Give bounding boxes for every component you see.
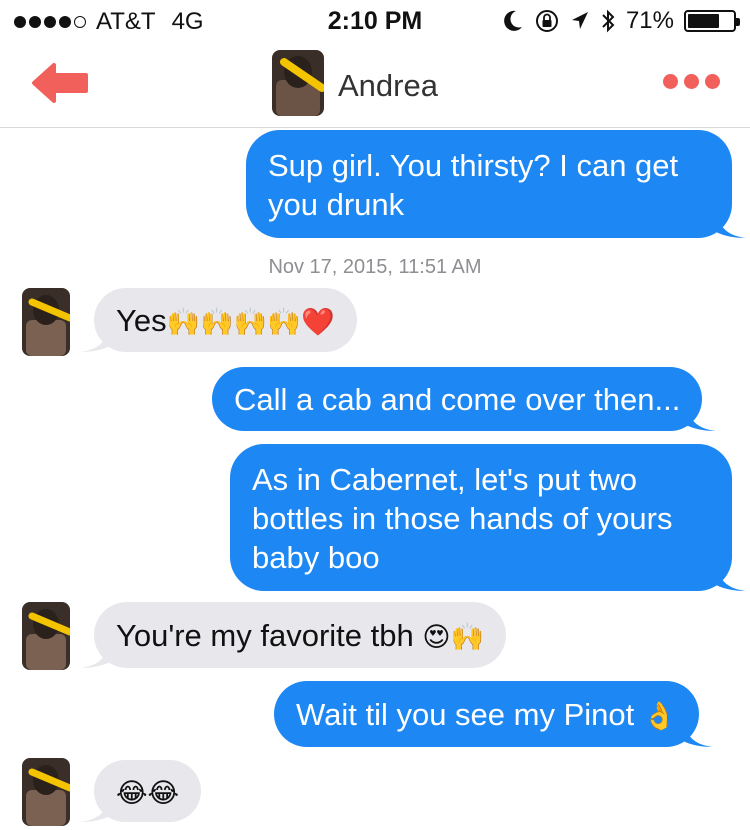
incoming-message[interactable]: Yes🙌🙌🙌🙌❤️ [80,288,357,352]
back-arrow-icon[interactable] [30,60,90,106]
conversation-header: Andrea [0,40,750,128]
incoming-message[interactable]: 😂😂 [80,760,202,822]
do-not-disturb-icon [504,10,522,31]
bubble-tail [716,565,746,591]
rotation-lock-icon [535,10,558,32]
message-text: Yes [116,303,167,338]
message-text: Call a cab and come over then... [234,382,681,417]
message-text: Sup girl. You thirsty? I can get you dru… [268,148,679,222]
timestamp-label: Nov 17, 2015, 11:51 AM [268,256,482,278]
location-arrow-icon [571,12,588,29]
message-text: You're my favorite tbh [116,618,414,653]
battery-icon [684,10,740,32]
message-text: Wait til you see my Pinot [296,697,635,732]
bubble-tail [716,212,746,238]
message-text: As in Cabernet, let's put two bottles in… [252,462,673,575]
bluetooth-icon [602,9,615,33]
contact-avatar[interactable] [22,602,70,670]
contact-avatar[interactable] [22,288,70,356]
message-emoji: 😂😂 [116,778,180,809]
bubble-tail [80,326,110,352]
outgoing-message[interactable]: Wait til you see my Pinot 👌 [274,681,713,747]
contact-avatar[interactable] [22,758,70,826]
bubble-tail [80,642,110,668]
outgoing-message[interactable]: Call a cab and come over then... [212,367,717,431]
incoming-message[interactable]: You're my favorite tbh 😍🙌 [80,602,507,668]
bubble-tail [686,405,717,431]
status-right: 71% [502,7,740,35]
bubble-tail [80,796,110,822]
battery-percent: 71% [625,7,674,34]
message-emoji: 😍🙌 [422,622,485,653]
outgoing-message[interactable]: As in Cabernet, let's put two bottles in… [230,444,746,591]
more-dots-icon[interactable] [663,74,720,89]
status-bar: AT&T 4G 2:10 PM 71% [0,0,750,40]
message-thread[interactable]: Sup girl. You thirsty? I can get you dru… [0,128,750,830]
outgoing-message[interactable]: Sup girl. You thirsty? I can get you dru… [246,130,746,238]
battery-level-fill [688,14,720,28]
contact-avatar[interactable] [272,50,324,116]
contact-name[interactable]: Andrea [338,68,438,104]
bubble-tail [682,721,713,747]
message-emoji: 👌 [642,701,677,732]
message-emoji: 🙌🙌🙌🙌❤️ [166,307,335,338]
